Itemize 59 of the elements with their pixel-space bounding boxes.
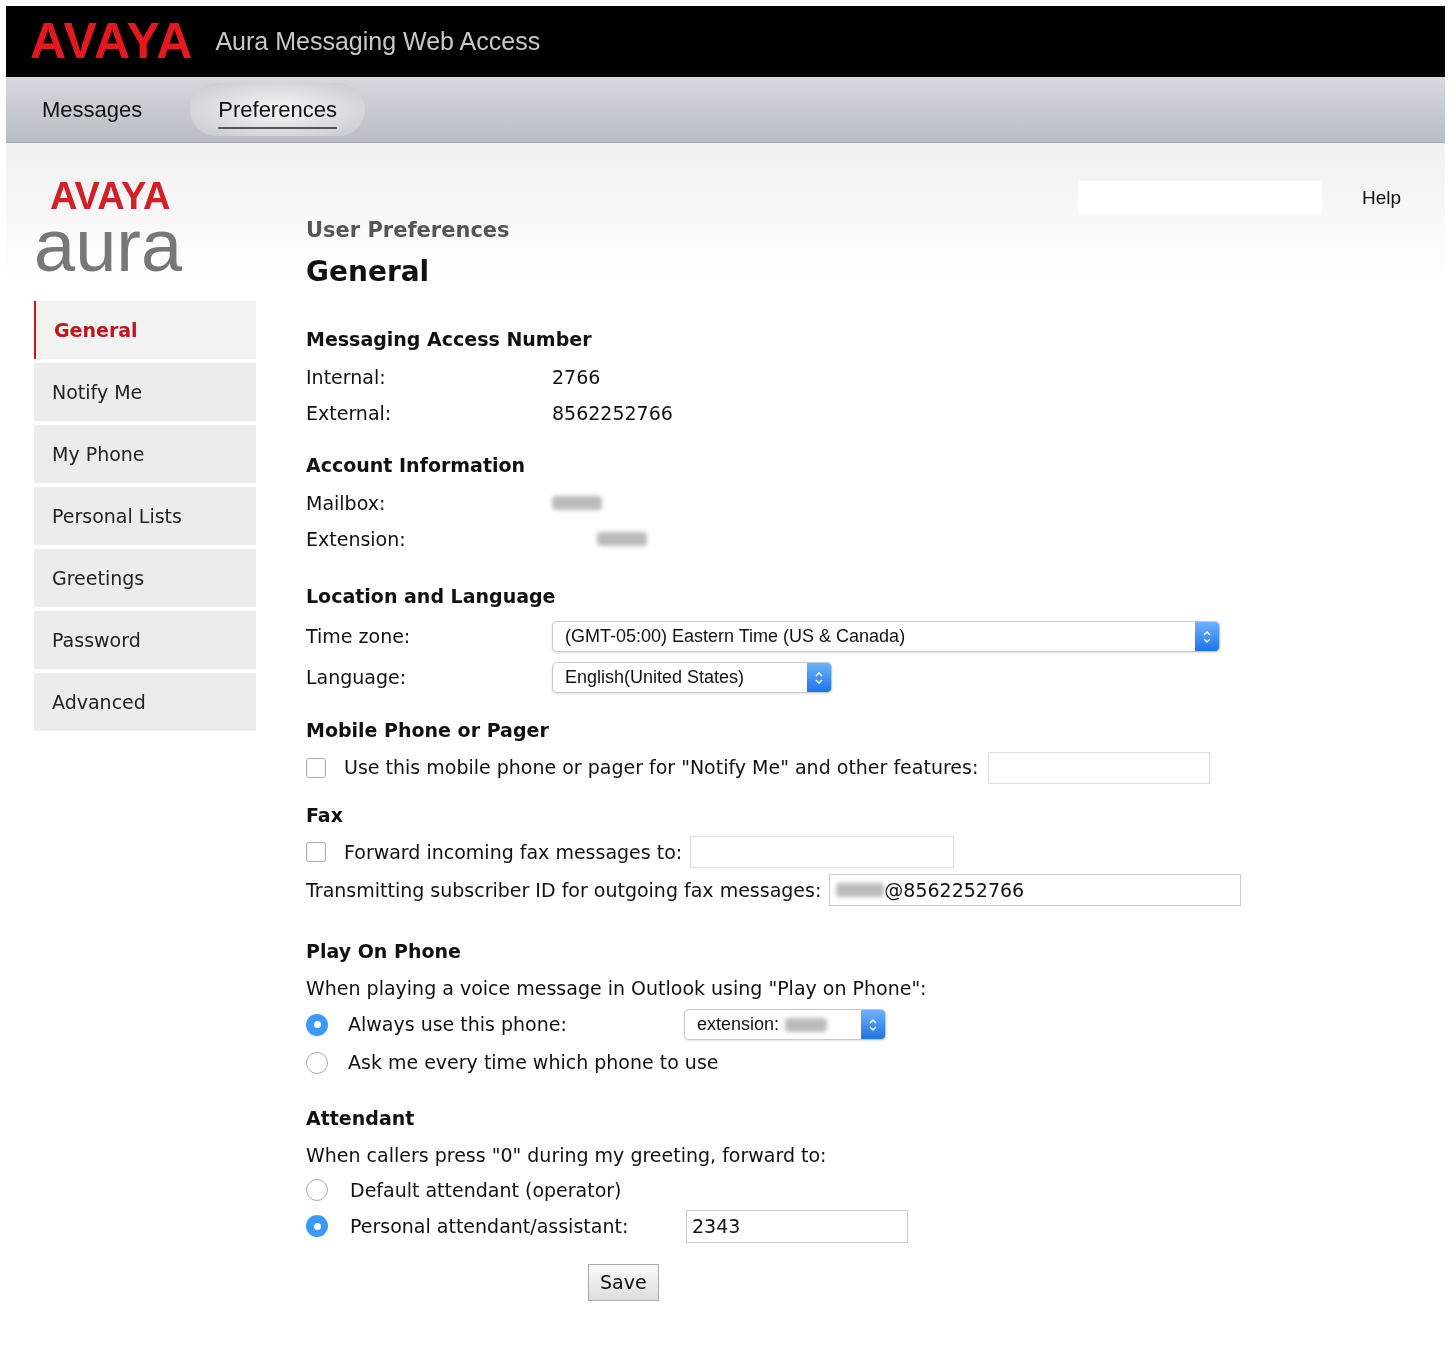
logo: AVAYA — [30, 12, 194, 71]
redacted-value — [836, 883, 885, 897]
radio-label: Personal attendant/assistant: — [350, 1213, 630, 1239]
nav-tab[interactable]: Messages — [14, 83, 171, 136]
field-label: Mailbox: — [306, 491, 387, 517]
radio-button[interactable] — [306, 1013, 328, 1036]
fax-field[interactable] — [690, 836, 955, 868]
radio-button[interactable] — [306, 1215, 328, 1237]
sidebar-item[interactable]: Personal Lists — [34, 487, 256, 545]
section-intro: When playing a voice message in Outlook using "Play on Phone": — [306, 976, 928, 1002]
radio-label: Default attendant (operator) — [350, 1177, 622, 1203]
field-label: External: — [306, 400, 393, 426]
sidebar-item[interactable]: Greetings — [34, 549, 256, 607]
attendant-field[interactable]: 2343 — [686, 1209, 908, 1243]
section-heading: Fax — [306, 802, 344, 828]
sidebar-item[interactable]: Password — [34, 611, 256, 669]
field-value: 8562252766 — [552, 400, 673, 426]
field-label: Time zone: — [306, 624, 412, 650]
checkbox[interactable] — [306, 757, 326, 778]
section-heading: Account Information — [306, 453, 527, 478]
section-intro: When callers press "0" during my greeting, forward to: — [306, 1142, 828, 1168]
stepper-icon — [1195, 622, 1219, 651]
field-label: Extension: — [306, 527, 407, 553]
phone-field[interactable] — [988, 751, 1211, 784]
sidebar-item[interactable]: Advanced — [34, 673, 256, 731]
redacted-value — [597, 532, 647, 547]
section-heading: Location and Language — [306, 583, 557, 609]
checkbox-label: Use this mobile phone or pager for "Notify Me" and other features: — [344, 755, 979, 781]
phone-select[interactable]: extension: — [684, 1009, 886, 1040]
section-heading: Messaging Access Number — [306, 326, 593, 352]
subscriber-id-field[interactable]: @8562252766 — [829, 874, 1242, 906]
page-supertitle: User Preferences — [306, 217, 511, 244]
stepper-icon — [861, 1010, 885, 1039]
section-heading: Mobile Phone or Pager — [306, 718, 550, 743]
checkbox[interactable] — [306, 842, 326, 862]
radio-label: Ask me every time which phone to use — [348, 1050, 719, 1076]
redacted-value — [785, 1017, 828, 1032]
app-title: Aura Messaging Web Access — [215, 25, 541, 57]
stepper-icon — [807, 663, 831, 692]
page-title: General — [306, 253, 431, 290]
field-label: Internal: — [306, 364, 387, 390]
section-heading: Play On Phone — [306, 939, 462, 964]
section-heading: Attendant — [306, 1105, 416, 1131]
radio-button[interactable] — [306, 1051, 328, 1074]
radio-button[interactable] — [306, 1179, 328, 1201]
sidebar-item[interactable]: Notify Me — [34, 363, 256, 421]
checkbox-label: Forward incoming fax messages to: — [344, 839, 683, 865]
field-label: Transmitting subscriber ID for outgoing fax messages: — [306, 877, 822, 903]
redacted-value — [552, 496, 602, 511]
save-button[interactable]: Save — [588, 1264, 659, 1301]
field-value: 2766 — [552, 364, 601, 390]
sidebar-item[interactable]: My Phone — [34, 425, 256, 483]
nav-tab[interactable]: Preferences — [190, 83, 365, 136]
field-label: Language: — [306, 665, 408, 691]
help-link[interactable]: Help — [1361, 183, 1401, 213]
select-dropdown[interactable]: (GMT-05:00) Eastern Time (US & Canada) — [552, 621, 1220, 652]
sidebar-item[interactable]: General — [34, 301, 256, 359]
select-dropdown[interactable]: English(United States) — [552, 662, 832, 693]
radio-label: Always use this phone: — [348, 1012, 568, 1038]
